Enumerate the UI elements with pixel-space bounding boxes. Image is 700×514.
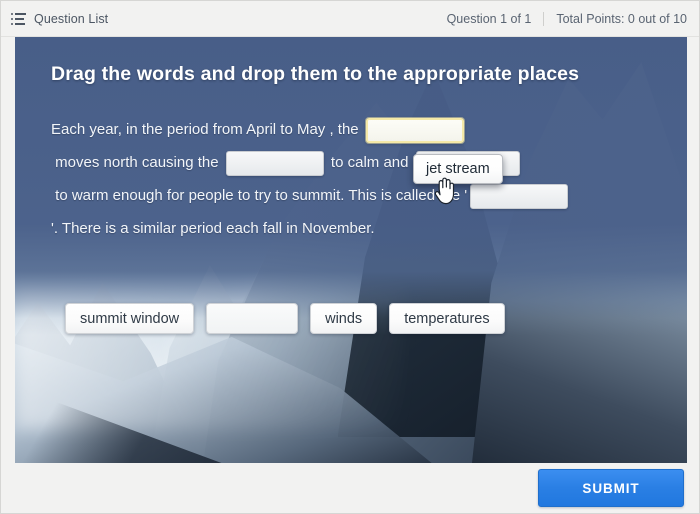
submit-button[interactable]: SUBMIT [538, 469, 684, 507]
question-text-segment-2: moves north causing the [51, 154, 223, 171]
drop-zone-4[interactable] [470, 183, 569, 209]
question-panel: Drag the words and drop them to the appr… [15, 37, 687, 463]
word-chip-temperatures[interactable]: temperatures [389, 303, 505, 334]
total-points: Total Points: 0 out of 10 [556, 11, 687, 26]
drop-zone-2[interactable] [225, 150, 324, 176]
list-icon [11, 12, 26, 25]
word-chip-empty-slot [206, 303, 299, 334]
question-text-segment-4: to warm enough for people to try to summ… [51, 187, 468, 204]
question-list-label: Question List [34, 11, 109, 26]
question-text: Each year, in the period from April to M… [51, 113, 651, 245]
question-text-segment-5: '. There is a similar period each fall i… [51, 220, 375, 237]
question-list-button[interactable]: Question List [11, 12, 108, 26]
question-text-segment-1: Each year, in the period from April to M… [51, 121, 363, 138]
dragging-word-chip-jet-stream[interactable]: jet stream [413, 154, 503, 184]
top-bar: Question List Question 1 of 1 Total Poin… [1, 1, 699, 37]
word-chip-summit-window[interactable]: summit window [65, 303, 195, 334]
question-content: Drag the words and drop them to the appr… [15, 37, 687, 463]
question-player-window: Question List Question 1 of 1 Total Poin… [0, 0, 700, 514]
footer-bar: SUBMIT [1, 463, 699, 513]
drop-zone-1[interactable] [365, 117, 464, 143]
status-divider [543, 11, 545, 26]
word-bank: summit window winds temperatures [65, 303, 505, 334]
top-bar-status-group: Question 1 of 1 Total Points: 0 out of 1… [446, 11, 687, 26]
page-title: Drag the words and drop them to the appr… [51, 63, 580, 85]
question-counter: Question 1 of 1 [446, 11, 532, 26]
question-text-segment-3: to calm and [326, 154, 413, 171]
word-chip-winds[interactable]: winds [310, 303, 378, 334]
